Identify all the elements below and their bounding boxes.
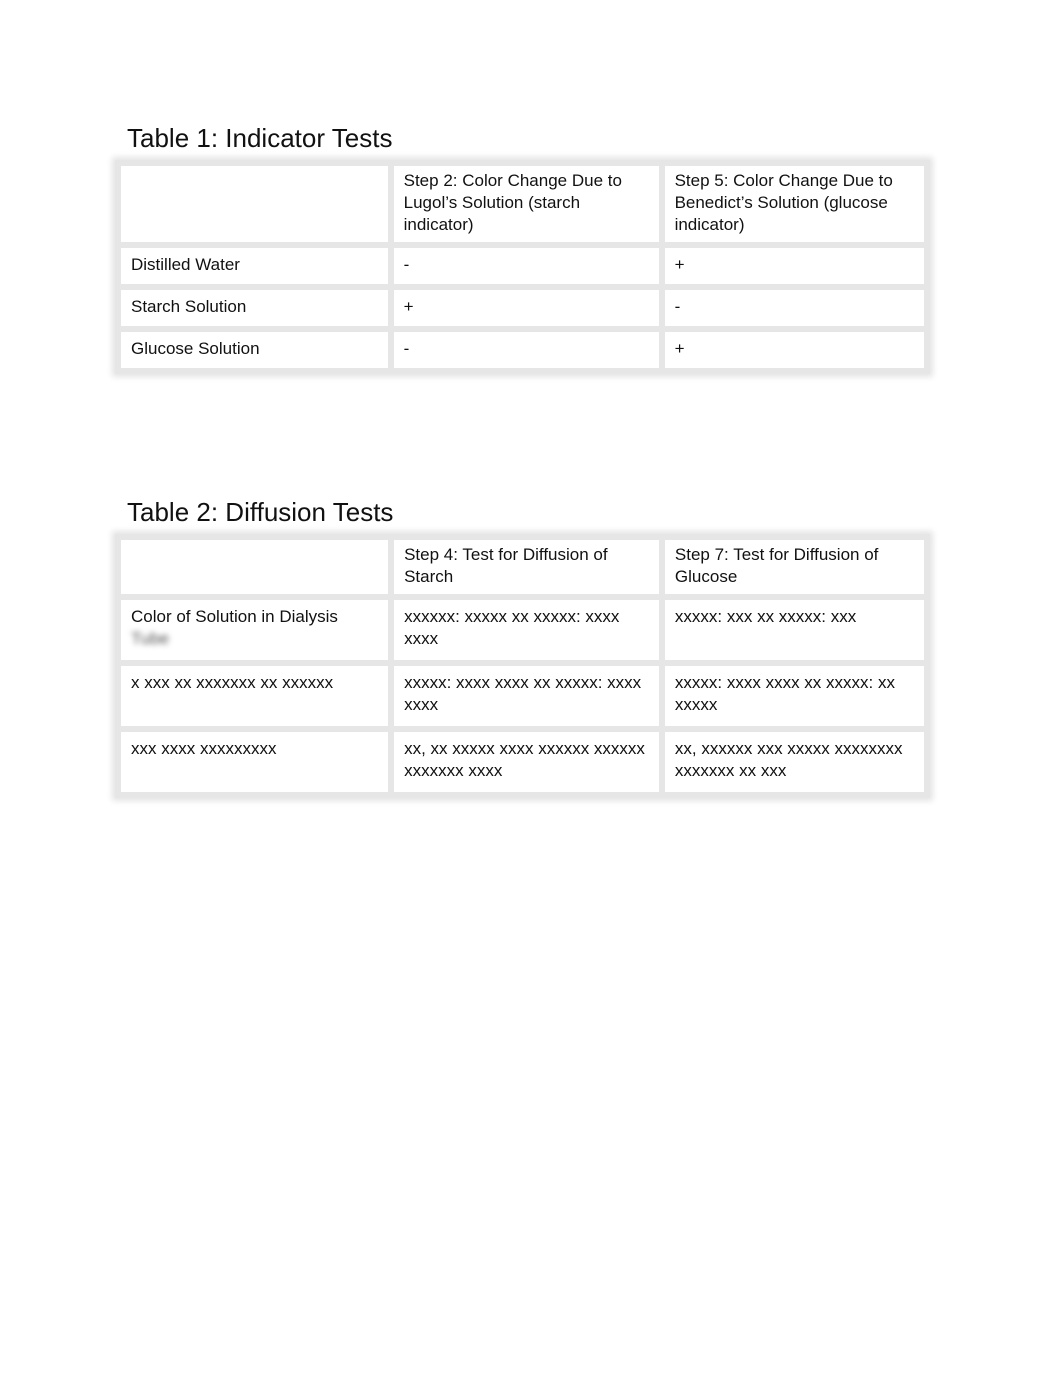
table-row: Starch Solution + - (121, 290, 924, 332)
lugol-result: - (394, 332, 665, 368)
row-label: xxx xxxx xxxxxxxxx (121, 732, 395, 792)
benedict-result: + (664, 248, 924, 290)
diffusion-tests-table: Step 4: Test for Diffusion of Starch Ste… (115, 534, 930, 798)
glucose-result: xxxxx: xxx xx xxxxx: xxx (664, 600, 924, 666)
header-cell-empty (121, 540, 395, 600)
row-label: Color of Solution in Dialysis Tube (121, 600, 395, 666)
header-cell-starch-diffusion: Step 4: Test for Diffusion of Starch (394, 540, 665, 600)
table-row: Distilled Water - + (121, 248, 924, 290)
table1-title: Table 1: Indicator Tests (127, 123, 393, 153)
lugol-result: - (393, 248, 665, 290)
table2-title: Table 2: Diffusion Tests (127, 497, 394, 527)
starch-result: xxxxxx: xxxxx xx xxxxx: xxxx xxxx (394, 600, 665, 666)
glucose-result: xxxxx: xxxx xxxx xx xxxxx: xx xxxxx (664, 666, 924, 732)
lugol-result: + (393, 290, 665, 332)
table-row: Glucose Solution - + (121, 332, 924, 368)
table-row: Color of Solution in Dialysis Tube xxxxx… (121, 600, 924, 666)
starch-result: xx, xx xxxxx xxxx xxxxxx xxxxxx xxxxxxx … (394, 732, 665, 792)
header-cell-empty (121, 166, 394, 248)
benedict-result: - (664, 290, 924, 332)
starch-result: xxxxx: xxxx xxxx xx xxxxx: xxxx xxxx (394, 666, 665, 732)
table-row: x xxx xx xxxxxxx xx xxxxxx xxxxx: xxxx x… (121, 666, 924, 732)
table-header-row: Step 2: Color Change Due to Lugol’s Solu… (121, 166, 924, 248)
benedict-result: + (674, 339, 685, 358)
row-label: Distilled Water (121, 248, 394, 290)
header-cell-glucose-diffusion: Step 7: Test for Diffusion of Glucose (664, 540, 924, 600)
header-cell-lugol: Step 2: Color Change Due to Lugol’s Solu… (393, 166, 665, 248)
table-header-row: Step 4: Test for Diffusion of Starch Ste… (121, 540, 924, 600)
glucose-result: xx, xxxxxx xxx xxxxx xxxxxxxx xxxxxxx xx… (674, 739, 903, 780)
row-label-text: Color of Solution in Dialysis (131, 607, 338, 626)
row-label: x xxx xx xxxxxxx xx xxxxxx (121, 666, 395, 732)
row-label: Glucose Solution (121, 332, 394, 368)
row-label: Starch Solution (121, 290, 394, 332)
row-label-blurred: Tube (131, 629, 170, 648)
table-row: xxx xxxx xxxxxxxxx xx, xx xxxxx xxxx xxx… (121, 732, 924, 792)
indicator-tests-table: Step 2: Color Change Due to Lugol’s Solu… (115, 160, 930, 374)
header-cell-benedict: Step 5: Color Change Due to Benedict’s S… (664, 166, 924, 248)
